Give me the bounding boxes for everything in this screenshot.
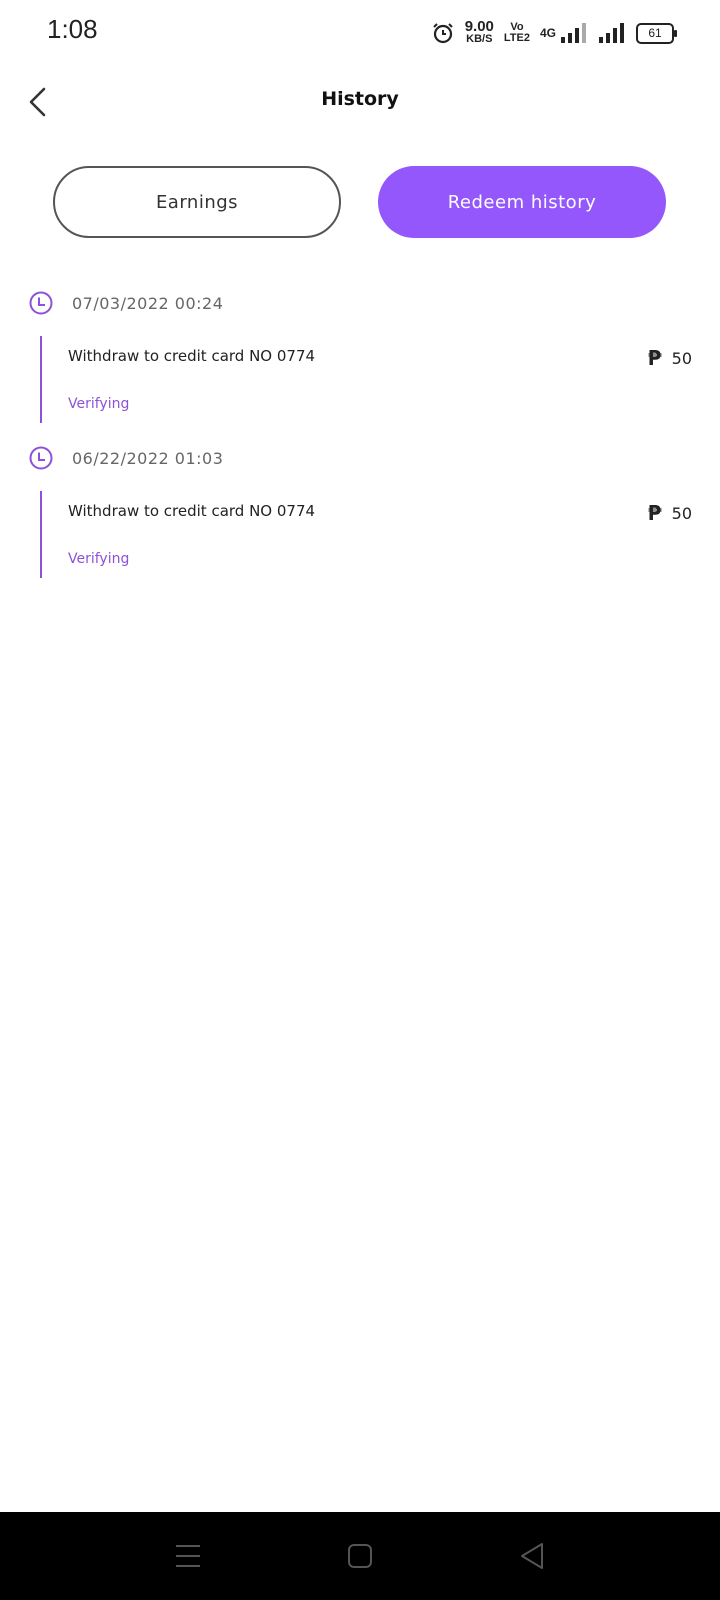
network-type: 4G: [539, 26, 556, 40]
system-nav-bar: [0, 1512, 720, 1600]
status-time: 1:08: [47, 14, 98, 44]
entry-amount-value: 50: [671, 503, 692, 523]
page-title: History: [321, 88, 399, 110]
status-badge: Verifying: [68, 396, 130, 412]
battery-level: 61: [648, 26, 662, 40]
list-item[interactable]: 07/03/2022 00:24 Withdraw to credit card…: [0, 284, 720, 439]
timeline-line: [40, 336, 42, 423]
peso-icon: ₱: [647, 346, 662, 370]
clock-icon: [29, 291, 53, 315]
entry-amount-value: 50: [671, 348, 692, 368]
history-list: 07/03/2022 00:24 Withdraw to credit card…: [0, 284, 720, 594]
status-bar: 1:08 9.00 KB/S Vo LTE2 4G 61: [0, 0, 720, 64]
back-triangle-icon: [521, 1543, 543, 1569]
network-speed: 9.00 KB/S: [464, 18, 494, 45]
entry-description: Withdraw to credit card NO 0774: [68, 347, 316, 365]
menu-icon: [176, 1545, 200, 1567]
entry-amount: ₱ 50: [648, 346, 692, 370]
signal-icon: [599, 23, 624, 43]
recent-apps-button[interactable]: [164, 1532, 212, 1580]
back-nav-button[interactable]: [508, 1532, 556, 1580]
entry-header: 07/03/2022 00:24: [29, 289, 223, 317]
list-item[interactable]: 06/22/2022 01:03 Withdraw to credit card…: [0, 439, 720, 594]
network-speed-value: 9.00: [464, 18, 494, 35]
clock-icon: [29, 446, 53, 470]
tab-earnings[interactable]: Earnings: [53, 166, 341, 238]
tab-redeem-history[interactable]: Redeem history: [378, 166, 666, 238]
signal-icon: [561, 23, 586, 43]
volte-bottom: LTE2: [503, 32, 530, 44]
network-speed-unit: KB/S: [466, 33, 493, 45]
timeline-line: [40, 491, 42, 578]
status-badge: Verifying: [68, 551, 130, 567]
home-button[interactable]: [336, 1532, 384, 1580]
volte-indicator: Vo LTE2: [504, 22, 530, 44]
entry-description: Withdraw to credit card NO 0774: [68, 502, 316, 520]
header: History: [0, 72, 720, 132]
entry-header: 06/22/2022 01:03: [29, 444, 223, 472]
entry-amount: ₱ 50: [648, 501, 692, 525]
home-icon: [348, 1544, 372, 1568]
entry-date: 07/03/2022 00:24: [72, 293, 224, 313]
peso-icon: ₱: [647, 501, 662, 525]
battery-icon: 61: [636, 22, 677, 44]
entry-date: 06/22/2022 01:03: [72, 448, 224, 468]
status-icons: 9.00 KB/S Vo LTE2 4G 61: [431, 18, 677, 48]
alarm-icon: [432, 23, 453, 44]
